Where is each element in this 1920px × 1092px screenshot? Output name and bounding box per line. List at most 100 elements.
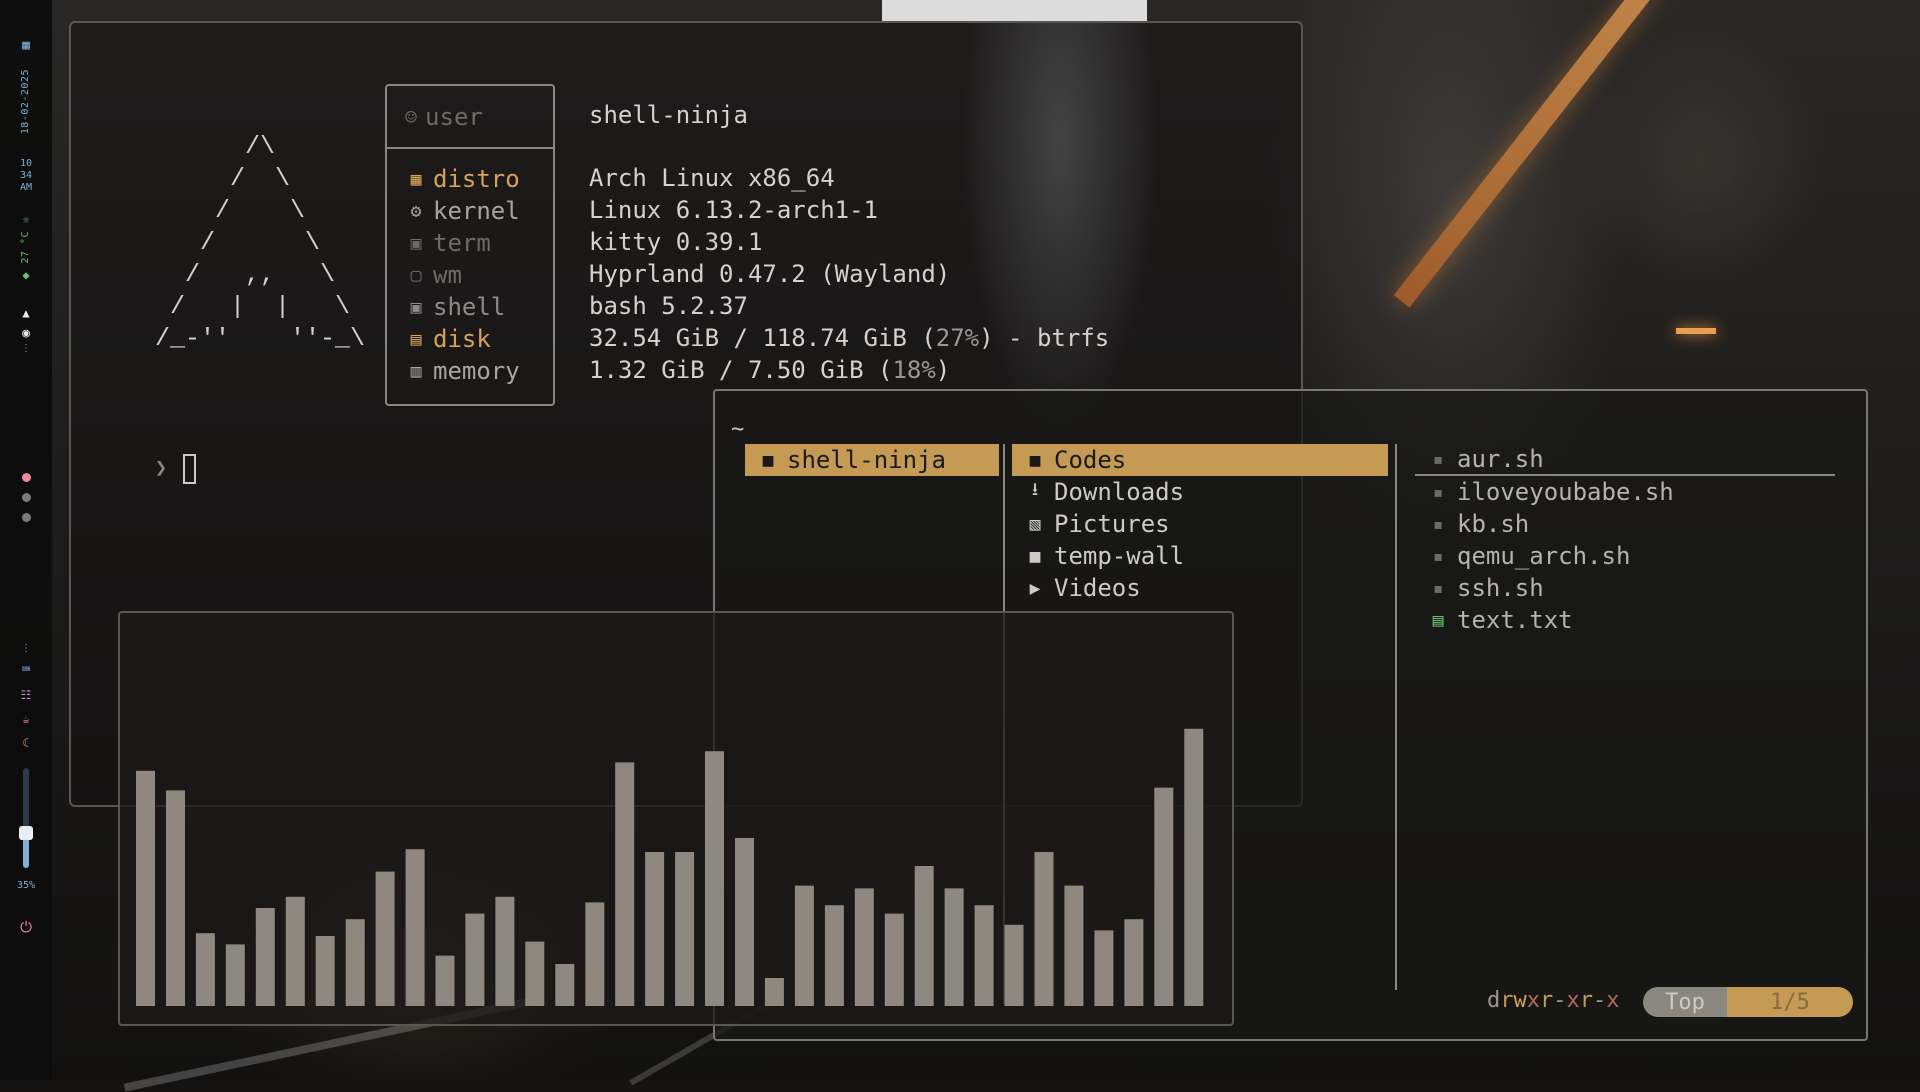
temperature-label: 27 °C xyxy=(20,231,31,264)
script-icon: ▪ xyxy=(1432,481,1444,503)
fetch-key-label: disk xyxy=(433,325,491,353)
visualizer-bar xyxy=(345,919,365,1006)
fetch-key-label: term xyxy=(433,229,491,257)
permissions-label: drwxr-xr-x xyxy=(1487,988,1620,1013)
moon-icon[interactable]: ☾ xyxy=(22,736,29,750)
workspace-dot-3[interactable] xyxy=(21,512,31,522)
folder-icon: ■ xyxy=(1029,545,1041,567)
power-profile-icon[interactable]: ◉ xyxy=(22,326,30,341)
fetch-key-distro: ▦ distro xyxy=(387,163,553,195)
coffee-icon[interactable]: ☕ xyxy=(22,712,29,726)
preview-file-item[interactable]: ▪ aur.sh xyxy=(1415,444,1835,476)
fetch-value-tail: ) xyxy=(935,356,951,384)
visualizer-bar xyxy=(705,751,724,1006)
fetch-key-disk: ▤ disk xyxy=(387,323,553,355)
grid-icon[interactable]: ▦ xyxy=(22,38,30,53)
preview-file-item[interactable]: ▪ qemu_arch.sh xyxy=(1415,540,1835,572)
terminal-cursor[interactable] xyxy=(183,454,196,484)
disk-icon: ▤ xyxy=(410,328,422,350)
file-name: Downloads xyxy=(1054,478,1185,506)
visualizer-bar xyxy=(405,849,425,1006)
fetch-user-label: user xyxy=(425,102,483,131)
parent-dir-item[interactable]: ■ shell-ninja xyxy=(745,444,999,476)
window-icon: ▢ xyxy=(410,264,422,286)
script-icon: ▪ xyxy=(1432,545,1444,567)
file-name: temp-wall xyxy=(1054,542,1185,570)
fetch-key-label: wm xyxy=(433,261,462,289)
permissions-text: drwxr-xr-x xyxy=(1487,988,1620,1013)
fetch-value-percent: 27% xyxy=(935,324,980,352)
visualizer-bar xyxy=(195,933,215,1006)
visualizer-bar xyxy=(495,896,515,1006)
audio-visualizer-window xyxy=(118,611,1234,1026)
file-name: iloveyoubabe.sh xyxy=(1457,478,1674,506)
workspace-list xyxy=(21,462,31,533)
visualizer-bar xyxy=(1094,930,1114,1006)
network-icon[interactable]: ☷ xyxy=(21,688,32,702)
file-name: aur.sh xyxy=(1457,445,1544,473)
fetch-value-kernel: Linux 6.13.2-arch1-1 xyxy=(589,196,878,224)
visualizer-bar xyxy=(136,770,155,1006)
fetch-key-label: distro xyxy=(433,165,520,193)
dir-item[interactable]: ■ temp-wall xyxy=(1012,540,1388,572)
preview-file-item[interactable]: ▪ iloveyoubabe.sh xyxy=(1415,476,1835,508)
picture-folder-icon: ▧ xyxy=(1029,513,1041,535)
fetch-value-distro: Arch Linux x86_64 xyxy=(589,164,835,192)
keyboard-icon[interactable]: ⌨ xyxy=(22,662,30,678)
fetch-key-kernel: ⚙ kernel xyxy=(387,195,553,227)
visualizer-bar xyxy=(645,852,665,1006)
brightness-slider-handle[interactable] xyxy=(19,825,33,840)
workspace-dot-1[interactable] xyxy=(21,472,31,482)
visualizer-bar xyxy=(914,866,934,1006)
shell-icon: ▣ xyxy=(410,296,422,318)
fetch-value-shell: bash 5.2.37 xyxy=(589,292,748,320)
visualizer-bar xyxy=(315,936,335,1006)
visualizer-chart xyxy=(136,728,1204,1006)
dots-icon: ⋮ xyxy=(21,342,31,354)
status-bar: ▦ 18-02-2025 10 34 AM ☼ 27 °C ◆ ▲ ◉ ⋮ ⋮ … xyxy=(0,0,52,1080)
visualizer-bar xyxy=(735,838,754,1006)
preview-file-item[interactable]: ▤ text.txt xyxy=(1415,604,1835,636)
visualizer-bar xyxy=(525,941,545,1006)
dir-item[interactable]: ■ Codes xyxy=(1012,444,1388,476)
dir-item[interactable]: ▧ Pictures xyxy=(1012,508,1388,540)
video-folder-icon: ▶ xyxy=(1029,577,1041,599)
arch-logo-icon[interactable]: ▲ xyxy=(22,306,29,320)
wallpaper-lamp xyxy=(1676,328,1716,334)
memory-icon: ▥ xyxy=(410,360,422,382)
current-path: ~ xyxy=(731,417,745,442)
visualizer-bar xyxy=(555,964,575,1006)
visualizer-bar xyxy=(225,944,245,1006)
file-name: text.txt xyxy=(1457,606,1573,634)
script-icon: ▪ xyxy=(1432,577,1444,599)
script-icon: ▪ xyxy=(1432,513,1444,535)
shell-prompt: ❯ xyxy=(155,455,168,479)
user-icon: ☺ xyxy=(405,104,418,129)
visualizer-bar xyxy=(974,905,994,1006)
leaf-icon: ◆ xyxy=(22,267,30,282)
clock-period: AM xyxy=(19,182,33,194)
preview-file-item[interactable]: ▪ kb.sh xyxy=(1415,508,1835,540)
fetch-value-memory: 1.32 GiB / 7.50 GiB (18%) xyxy=(589,354,1109,386)
position-status: Top 1/5 xyxy=(1643,987,1853,1017)
visualizer-bar xyxy=(1064,885,1084,1006)
position-label: Top xyxy=(1643,987,1727,1017)
file-name: Pictures xyxy=(1054,510,1170,538)
sun-icon: ☼ xyxy=(22,214,30,228)
workspace-dot-2[interactable] xyxy=(21,492,31,502)
visualizer-bar xyxy=(435,955,455,1006)
visualizer-bar xyxy=(824,905,844,1006)
gear-icon: ⚙ xyxy=(410,200,422,222)
dots-icon: ⋮ xyxy=(21,642,31,654)
dir-item[interactable]: ▶ Videos xyxy=(1012,572,1388,604)
file-name: kb.sh xyxy=(1457,510,1530,538)
preview-file-item[interactable]: ▪ ssh.sh xyxy=(1415,572,1835,604)
brightness-slider[interactable] xyxy=(19,767,33,868)
fetch-key-label: kernel xyxy=(433,197,520,225)
power-icon[interactable]: ⏻ xyxy=(20,918,32,936)
file-name: Videos xyxy=(1054,574,1141,602)
file-name: qemu_arch.sh xyxy=(1457,542,1631,570)
dir-item[interactable]: ⭳ Downloads xyxy=(1012,476,1388,508)
fetch-key-shell: ▣ shell xyxy=(387,291,553,323)
clock-hour: 10 xyxy=(19,158,33,170)
